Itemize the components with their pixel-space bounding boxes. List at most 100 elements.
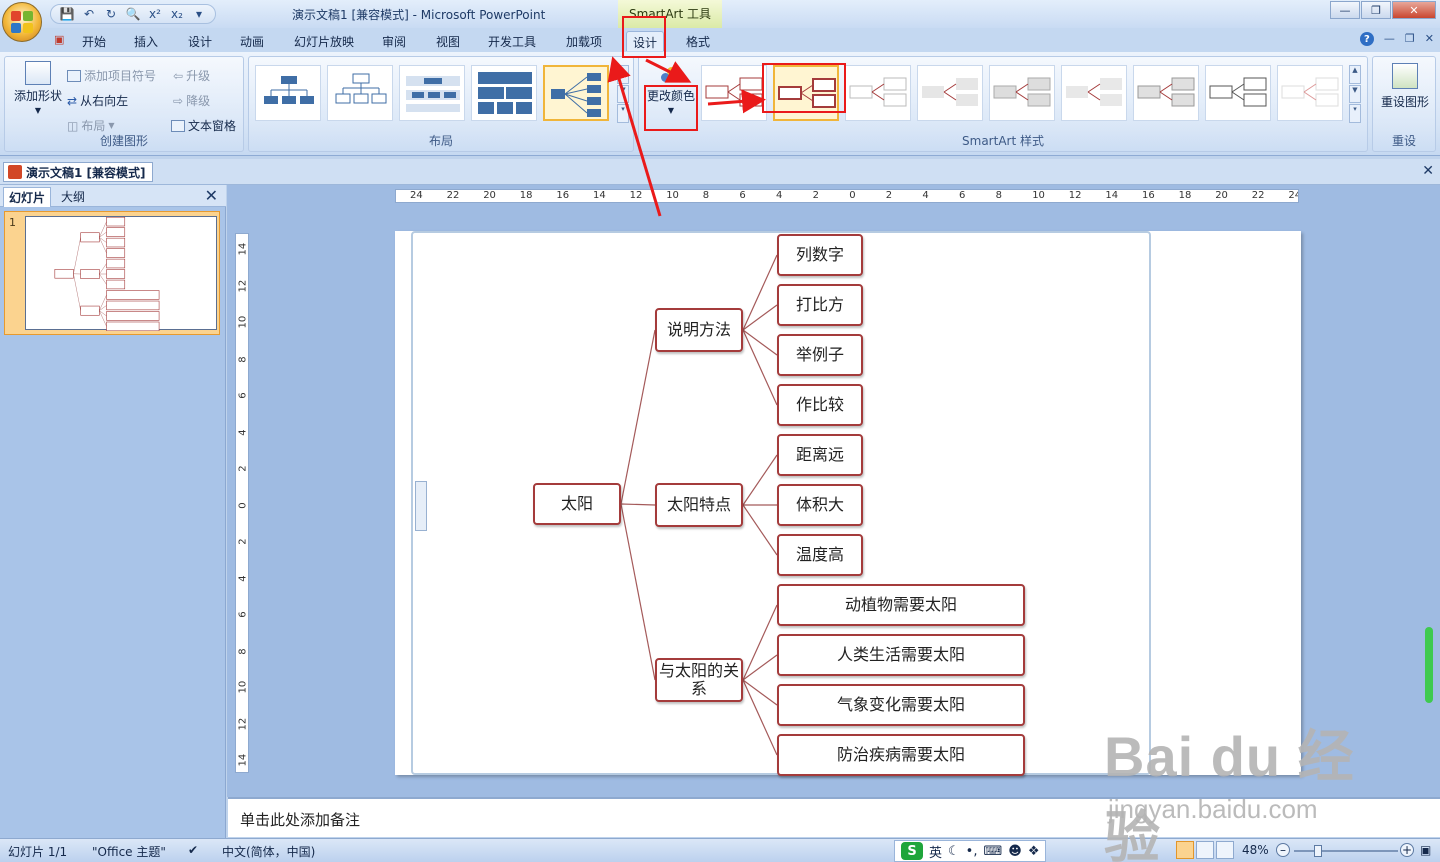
connector-line: [620, 503, 656, 506]
moon-icon[interactable]: ☾: [948, 844, 960, 859]
node-branch-1[interactable]: 说明方法: [655, 308, 743, 352]
style-option[interactable]: [1205, 65, 1271, 121]
style-option[interactable]: [1133, 65, 1199, 121]
watermark-brand: Bai du 经验: [1104, 725, 1355, 862]
ribbon-close-icon[interactable]: ✕: [1425, 32, 1434, 46]
skin-icon[interactable]: ❖: [1028, 844, 1040, 859]
node-leaf[interactable]: 动植物需要太阳: [777, 584, 1025, 626]
group-label-create: 创建图形: [99, 134, 148, 148]
add-shape-button[interactable]: 添加形状 ▼: [11, 61, 65, 115]
style-gallery-scroll[interactable]: ▲ ▼ ▾: [1349, 65, 1361, 124]
promote-button[interactable]: ⇦ 升级: [173, 67, 210, 84]
text-pane-icon: [171, 119, 185, 132]
superscript-icon[interactable]: x²: [147, 6, 163, 22]
layout-option-selected[interactable]: [543, 65, 609, 121]
spellcheck-icon[interactable]: ✔: [188, 843, 198, 857]
redo-icon[interactable]: ↻: [103, 6, 119, 22]
layout-option[interactable]: [327, 65, 393, 121]
node-leaf[interactable]: 防治疾病需要太阳: [777, 734, 1025, 776]
document-tab[interactable]: 演示文稿1 [兼容模式]: [3, 162, 153, 182]
style-option[interactable]: [701, 65, 767, 121]
tab-slideshow[interactable]: 幻灯片放映: [288, 31, 360, 51]
thumbnail-node: [106, 258, 126, 269]
customize-qat-icon[interactable]: ▾: [191, 6, 207, 22]
smartart-frame[interactable]: 太阳 说明方法 列数字打比方举例子作比较太阳特点 距离远体积大温度高与太阳的关系 动植物…: [411, 231, 1151, 776]
layout-option[interactable]: [399, 65, 465, 121]
tab-outline[interactable]: 大纲: [56, 187, 90, 207]
print-preview-icon[interactable]: 🔍: [125, 6, 141, 22]
style-option[interactable]: [1277, 65, 1343, 121]
ribbon-restore-icon[interactable]: ❐: [1405, 32, 1415, 46]
close-button[interactable]: ✕: [1392, 1, 1436, 19]
style-option[interactable]: [1061, 65, 1127, 121]
addin-icon[interactable]: ▣: [48, 31, 70, 51]
save-icon[interactable]: 💾: [59, 6, 75, 22]
demote-button[interactable]: ⇨ 降级: [173, 92, 210, 109]
node-leaf[interactable]: 打比方: [777, 284, 863, 326]
layout-option[interactable]: [471, 65, 537, 121]
ribbon-minimize-icon[interactable]: —: [1384, 32, 1395, 46]
tab-view[interactable]: 视图: [430, 31, 466, 51]
node-leaf[interactable]: 气象变化需要太阳: [777, 684, 1025, 726]
tab-smartart-format[interactable]: 格式: [680, 31, 716, 51]
tab-design[interactable]: 设计: [182, 31, 218, 51]
sogou-ime-icon[interactable]: S: [901, 842, 923, 860]
tab-review[interactable]: 审阅: [376, 31, 412, 51]
right-to-left-button[interactable]: ⇄ 从右向左: [67, 92, 128, 109]
office-button[interactable]: [2, 2, 42, 42]
pane-tabs: 幻灯片 大纲 ✕: [0, 185, 226, 207]
connector-line: [742, 454, 778, 506]
tab-insert[interactable]: 插入: [128, 31, 164, 51]
node-leaf[interactable]: 距离远: [777, 434, 863, 476]
zoom-in-icon[interactable]: +: [1400, 843, 1414, 857]
style-option[interactable]: [917, 65, 983, 121]
vertical-ruler: 14 12 10 8 6 4 2 0 2 4 6 8 10 12 14: [235, 233, 249, 773]
close-pane-icon[interactable]: ✕: [205, 186, 218, 205]
scroll-indicator[interactable]: [1425, 627, 1433, 703]
slide-thumbnail[interactable]: [25, 216, 217, 332]
subscript-icon[interactable]: x₂: [169, 6, 185, 22]
ime-mode[interactable]: 英: [929, 842, 942, 861]
tab-home[interactable]: 开始: [76, 31, 112, 51]
node-leaf[interactable]: 人类生活需要太阳: [777, 634, 1025, 676]
add-bullet-button[interactable]: 添加项目符号: [67, 67, 156, 84]
node-leaf[interactable]: 举例子: [777, 334, 863, 376]
tab-slides[interactable]: 幻灯片: [3, 187, 52, 207]
user-icon[interactable]: ☻: [1008, 844, 1022, 859]
tab-animations[interactable]: 动画: [234, 31, 270, 51]
undo-icon[interactable]: ↶: [81, 6, 97, 22]
thumbnail-connector: [99, 294, 107, 311]
node-branch-2[interactable]: 太阳特点: [655, 483, 743, 527]
ruler-tick-label: 10: [237, 315, 249, 329]
ruler-tick-label: 8: [237, 647, 249, 655]
style-option[interactable]: [989, 65, 1055, 121]
node-leaf[interactable]: 列数字: [777, 234, 863, 276]
help-icon[interactable]: ?: [1359, 32, 1374, 46]
layout-option[interactable]: [255, 65, 321, 121]
reset-graphic-button[interactable]: 重设图形: [1377, 63, 1433, 110]
theme-name: "Office 主题": [92, 845, 166, 859]
minimize-button[interactable]: —: [1330, 1, 1360, 19]
thumbnail-node: [106, 311, 160, 321]
slide-canvas[interactable]: 太阳 说明方法 列数字打比方举例子作比较太阳特点 距离远体积大温度高与太阳的关系 动植物…: [395, 231, 1301, 776]
punctuation-icon[interactable]: •,: [966, 844, 978, 859]
restore-button[interactable]: ❐: [1361, 1, 1391, 19]
slide-thumbnail-item[interactable]: 1: [4, 211, 220, 335]
keyboard-icon[interactable]: ⌨: [983, 844, 1002, 859]
thumbnail-connector: [99, 237, 107, 254]
node-leaf[interactable]: 温度高: [777, 534, 863, 576]
thumbnail-node: [106, 227, 126, 237]
thumbnail-connector: [73, 237, 81, 274]
node-root[interactable]: 太阳: [533, 483, 621, 525]
node-leaf[interactable]: 作比较: [777, 384, 863, 426]
tab-developer[interactable]: 开发工具: [482, 31, 542, 51]
thumbnail-node: [54, 269, 74, 279]
node-branch-3[interactable]: 与太阳的关系: [655, 658, 743, 702]
tab-addins[interactable]: 加载项: [560, 31, 608, 51]
layout-gallery-scroll[interactable]: ▲ ▼ ▾: [617, 65, 629, 124]
close-document-icon[interactable]: ✕: [1422, 163, 1434, 179]
thumbnail-node: [106, 290, 160, 300]
node-leaf[interactable]: 体积大: [777, 484, 863, 526]
style-option[interactable]: [845, 65, 911, 121]
fit-to-window-icon[interactable]: ▣: [1420, 843, 1431, 857]
